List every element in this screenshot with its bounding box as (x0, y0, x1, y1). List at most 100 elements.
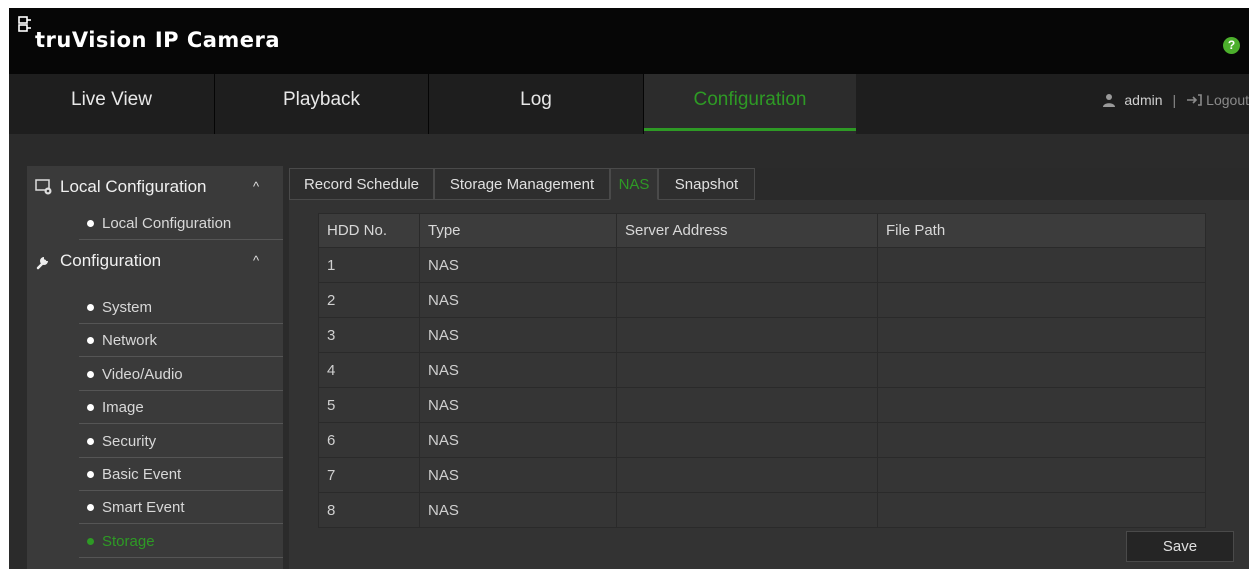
type-cell: NAS (419, 422, 617, 458)
table-row[interactable]: 6 NAS (318, 422, 1206, 458)
server-address-cell[interactable] (616, 387, 878, 423)
sidebar-section-label: Configuration (60, 251, 162, 270)
bullet-icon (87, 303, 94, 311)
user-area: admin | Logout (1102, 74, 1249, 126)
type-cell: NAS (419, 457, 617, 493)
file-path-cell[interactable] (877, 457, 1206, 493)
server-address-cell[interactable] (616, 352, 878, 388)
hdd-no-cell: 1 (318, 247, 420, 283)
sidebar-item-label: Local Configuration (102, 215, 232, 232)
save-button[interactable]: Save (1126, 531, 1234, 562)
username[interactable]: admin (1124, 74, 1162, 126)
bullet-icon (87, 503, 94, 511)
type-cell: NAS (419, 282, 617, 318)
header: truVision IP Camera ? (9, 8, 1249, 74)
sidebar-item-video-audio[interactable]: Video/Audio (79, 359, 283, 391)
tab-configuration[interactable]: Configuration (644, 74, 856, 134)
sidebar-item-security[interactable]: Security (79, 426, 283, 458)
sidebar-section-configuration[interactable]: Configuration ^ (27, 240, 283, 282)
brand-title: truVision IP Camera (35, 28, 281, 52)
bullet-icon (87, 336, 94, 344)
tab-log[interactable]: Log (429, 74, 644, 134)
server-address-cell[interactable] (616, 282, 878, 318)
logout-link[interactable]: Logout (1206, 74, 1249, 126)
table-row[interactable]: 8 NAS (318, 492, 1206, 528)
sidebar-item-basic-event[interactable]: Basic Event (79, 459, 283, 491)
column-header-file-path: File Path (877, 213, 1206, 248)
bullet-icon (87, 403, 94, 411)
subtab-bar: Record Schedule Storage Management NAS S… (289, 168, 1249, 200)
sidebar-item-label: Storage (102, 533, 155, 550)
file-path-cell[interactable] (877, 247, 1206, 283)
bullet-icon (87, 370, 94, 378)
subtab-storage-management[interactable]: Storage Management (434, 168, 610, 200)
file-path-cell[interactable] (877, 282, 1206, 318)
sidebar-item-label: Smart Event (102, 499, 185, 516)
sidebar-item-label: Network (102, 332, 158, 349)
hdd-no-cell: 8 (318, 492, 420, 528)
table-row[interactable]: 1 NAS (318, 247, 1206, 283)
sidebar-item-label: Video/Audio (102, 366, 183, 383)
sidebar-item-label: Image (102, 399, 144, 416)
file-path-cell[interactable] (877, 422, 1206, 458)
server-address-cell[interactable] (616, 247, 878, 283)
help-icon[interactable]: ? (1223, 37, 1240, 54)
bullet-icon (87, 437, 94, 445)
sidebar: Local Configuration ^ Local Configuratio… (27, 166, 283, 569)
sidebar-item-local-configuration[interactable]: Local Configuration (79, 208, 283, 240)
chevron-up-icon[interactable]: ^ (253, 240, 259, 282)
user-icon (1103, 94, 1116, 107)
sidebar-item-smart-event[interactable]: Smart Event (79, 492, 283, 524)
bullet-icon (87, 470, 94, 478)
sidebar-item-image[interactable]: Image (79, 392, 283, 424)
hdd-no-cell: 4 (318, 352, 420, 388)
type-cell: NAS (419, 247, 617, 283)
column-header-hdd-no: HDD No. (318, 213, 420, 248)
subtab-snapshot[interactable]: Snapshot (658, 168, 755, 200)
hdd-no-cell: 7 (318, 457, 420, 493)
table-row[interactable]: 4 NAS (318, 352, 1206, 388)
table-row[interactable]: 3 NAS (318, 317, 1206, 353)
tab-playback[interactable]: Playback (215, 74, 429, 134)
hdd-no-cell: 6 (318, 422, 420, 458)
sidebar-item-network[interactable]: Network (79, 325, 283, 357)
type-cell: NAS (419, 352, 617, 388)
chevron-up-icon[interactable]: ^ (253, 166, 259, 208)
nas-table: HDD No. Type Server Address File Path 1N… (318, 213, 1206, 528)
table-header-row: HDD No. Type Server Address File Path (318, 213, 1206, 248)
sidebar-section-local-configuration[interactable]: Local Configuration ^ (27, 166, 283, 208)
app-window: truVision IP Camera ? Live View Playback… (9, 8, 1249, 569)
server-address-cell[interactable] (616, 317, 878, 353)
file-path-cell[interactable] (877, 492, 1206, 528)
file-path-cell[interactable] (877, 352, 1206, 388)
server-address-cell[interactable] (616, 492, 878, 528)
tab-live-view[interactable]: Live View (9, 74, 215, 134)
subtab-record-schedule[interactable]: Record Schedule (289, 168, 434, 200)
table-row[interactable]: 5 NAS (318, 387, 1206, 423)
logout-icon[interactable] (1186, 94, 1202, 106)
main-nav: Live View Playback Log Configuration adm… (9, 74, 1249, 134)
file-path-cell[interactable] (877, 387, 1206, 423)
logo: truVision IP Camera (17, 14, 280, 58)
sidebar-item-storage[interactable]: Storage (79, 526, 283, 558)
table-row[interactable]: 7 NAS (318, 457, 1206, 493)
table-row[interactable]: 2 NAS (318, 282, 1206, 318)
file-path-cell[interactable] (877, 317, 1206, 353)
wrench-icon (36, 257, 48, 270)
type-cell: NAS (419, 317, 617, 353)
sidebar-item-label: Security (102, 433, 157, 450)
local-config-icon (35, 179, 52, 195)
server-address-cell[interactable] (616, 422, 878, 458)
user-separator: | (1172, 92, 1177, 108)
server-address-cell[interactable] (616, 457, 878, 493)
column-header-server-address: Server Address (616, 213, 878, 248)
sidebar-item-label: System (102, 299, 153, 316)
bullet-icon (87, 219, 94, 227)
column-header-type: Type (419, 213, 617, 248)
subtab-nas[interactable]: NAS (610, 168, 658, 200)
hdd-no-cell: 5 (318, 387, 420, 423)
content-panel: Record Schedule Storage Management NAS S… (289, 168, 1249, 569)
hdd-no-cell: 2 (318, 282, 420, 318)
sidebar-item-system[interactable]: System (79, 292, 283, 324)
camera-network-icon (17, 16, 33, 36)
